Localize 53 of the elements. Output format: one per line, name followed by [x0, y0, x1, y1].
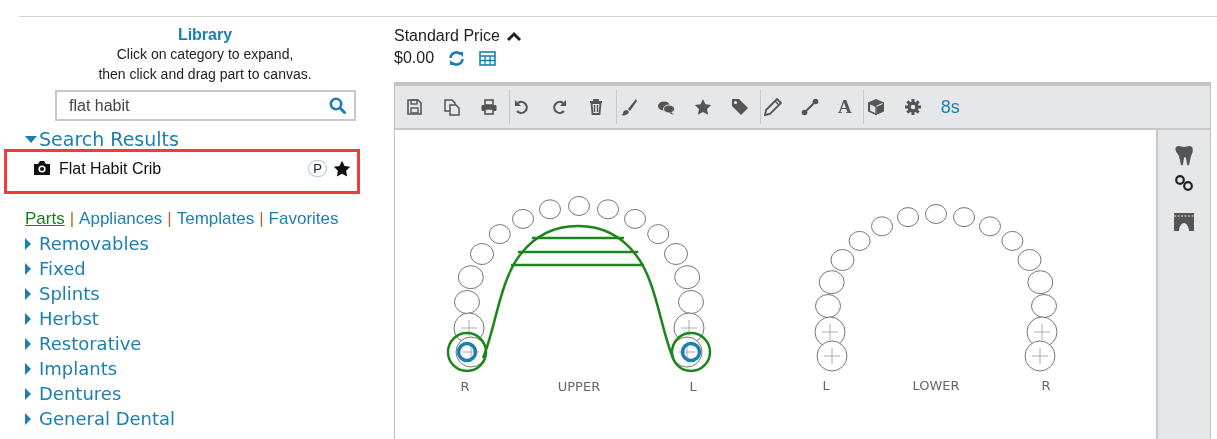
search-result-item[interactable]: Flat Habit Crib P: [4, 149, 360, 194]
category-item[interactable]: Restorative: [25, 331, 380, 356]
tab-separator: |: [259, 209, 264, 229]
timer-label: 8s: [940, 96, 960, 118]
category-item[interactable]: Fixed: [25, 256, 380, 281]
refresh-icon[interactable]: [448, 49, 466, 67]
side-label: L: [822, 378, 830, 393]
tab-separator: |: [69, 209, 75, 229]
price-value: $0.00: [394, 49, 435, 67]
tooth-icon[interactable]: [1173, 144, 1195, 166]
camera-icon: [33, 160, 51, 176]
brush-icon[interactable]: [620, 98, 638, 116]
library-tab[interactable]: Favorites: [268, 209, 339, 229]
category-item[interactable]: General Dental: [25, 406, 380, 431]
star-icon[interactable]: [333, 160, 351, 178]
library-tab[interactable]: Templates: [176, 209, 255, 229]
category-item[interactable]: Splints: [25, 281, 380, 306]
bridge-icon[interactable]: [1173, 210, 1195, 232]
library-tab[interactable]: Parts: [25, 209, 65, 229]
link-icon[interactable]: [1173, 174, 1195, 192]
search-field[interactable]: flat habit: [55, 90, 356, 121]
pencil-icon[interactable]: [764, 98, 782, 116]
instructions: Click on category to expand, then click and drag part to canvas.: [98, 45, 312, 84]
search-icon[interactable]: [329, 97, 346, 114]
undo-icon[interactable]: [513, 98, 531, 116]
gear-icon[interactable]: [903, 98, 922, 116]
copy-icon[interactable]: [443, 98, 461, 116]
category-item[interactable]: Removables: [25, 231, 380, 256]
save-icon[interactable]: [406, 98, 424, 116]
part-name: Flat Habit Crib: [59, 160, 163, 178]
category-item[interactable]: Herbst: [25, 306, 380, 331]
text-tool-button[interactable]: A: [838, 96, 852, 118]
tag-icon[interactable]: [731, 98, 749, 116]
arch-label: LOWER: [912, 378, 960, 393]
library-title: Library: [177, 26, 233, 44]
category-item[interactable]: Implants: [25, 356, 380, 381]
connector-icon[interactable]: [801, 98, 819, 116]
side-label: R: [1041, 378, 1051, 393]
category-item[interactable]: Dentures: [25, 381, 380, 406]
table-icon[interactable]: [479, 50, 497, 66]
arch-label: UPPER: [557, 379, 601, 394]
star-icon[interactable]: [694, 98, 712, 116]
price-title: Standard Price: [394, 27, 500, 45]
library-tab[interactable]: Appliances: [79, 209, 163, 229]
tab-separator: |: [167, 209, 172, 229]
cube-icon[interactable]: [866, 98, 885, 116]
redo-icon[interactable]: [550, 98, 568, 116]
search-results-toggle[interactable]: Search Results: [25, 129, 380, 149]
print-icon[interactable]: [480, 98, 498, 116]
trash-icon[interactable]: [587, 98, 605, 116]
side-label: L: [689, 379, 697, 394]
side-label: R: [460, 379, 470, 394]
caret-icon[interactable]: [505, 30, 522, 42]
